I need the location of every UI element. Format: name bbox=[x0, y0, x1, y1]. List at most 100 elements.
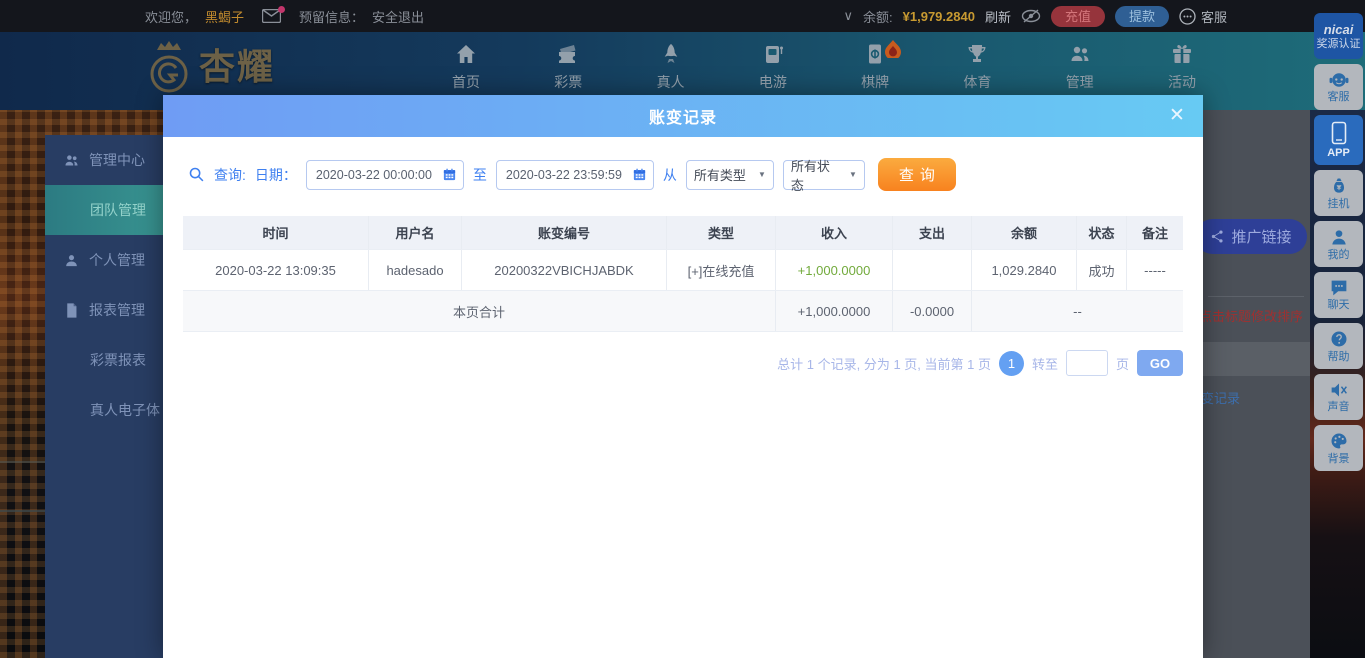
page-number-current[interactable]: 1 bbox=[998, 350, 1024, 376]
table-row: 2020-03-22 13:09:35 hadesado 20200322VBI… bbox=[183, 250, 1183, 291]
welcome-text: 欢迎您， bbox=[145, 9, 198, 25]
sidebar-item-report-manage[interactable]: 报表管理 bbox=[45, 285, 163, 335]
user-icon bbox=[63, 252, 80, 269]
balance-amount: ¥1,979.2840 bbox=[902, 8, 975, 24]
calendar-icon[interactable] bbox=[632, 167, 647, 182]
money-bag-icon bbox=[1329, 176, 1349, 196]
float-item-certification[interactable]: nicai 奖源认证 bbox=[1314, 13, 1363, 59]
float-item-help[interactable]: 帮助 bbox=[1314, 323, 1363, 369]
table-header-row: 时间 用户名 账变编号 类型 收入 支出 余额 状态 备注 bbox=[183, 216, 1183, 250]
float-item-background[interactable]: 背景 bbox=[1314, 425, 1363, 471]
from-label: 从 bbox=[662, 166, 677, 183]
sidebar-item-live-egame-report[interactable]: 真人电子体 bbox=[45, 385, 163, 435]
robot-headset-icon bbox=[1328, 71, 1350, 89]
logo-emblem-icon bbox=[147, 38, 191, 96]
type-select[interactable]: 所有类型 ▼ bbox=[685, 159, 774, 190]
nav-item-activity[interactable]: 活动 bbox=[1146, 42, 1218, 92]
footer-income: +1,000.0000 bbox=[776, 291, 893, 331]
deposit-button[interactable]: 充值 bbox=[1050, 5, 1105, 27]
nav-item-egames[interactable]: 电游 bbox=[737, 42, 809, 92]
pagination: 总计 1 个记录, 分为 1 页, 当前第 1 页 1 转至 页 GO bbox=[777, 350, 1183, 376]
close-icon[interactable]: ✕ bbox=[1165, 104, 1189, 128]
site-logo[interactable]: 杏耀 bbox=[147, 38, 275, 96]
top-bar: 欢迎您， 黑蝎子 预留信息： 安全退出 ∨ 余额: ¥1,979.2840 刷新… bbox=[0, 0, 1365, 32]
customer-service-label: 客服 bbox=[1200, 9, 1227, 25]
date-to-input[interactable] bbox=[505, 167, 628, 182]
nav-item-home[interactable]: 首页 bbox=[430, 42, 502, 92]
nav-item-lottery[interactable]: 彩票 bbox=[532, 42, 604, 92]
float-item-app[interactable]: APP bbox=[1314, 115, 1363, 165]
user-icon bbox=[1329, 227, 1349, 247]
sidebar-item-admin-center[interactable]: 管理中心 bbox=[45, 135, 163, 185]
to-label: 至 bbox=[472, 166, 487, 183]
trophy-icon bbox=[965, 42, 989, 66]
share-icon bbox=[1212, 230, 1224, 243]
sidebar-item-lottery-report[interactable]: 彩票报表 bbox=[45, 335, 163, 385]
float-item-hangup[interactable]: 挂机 bbox=[1314, 170, 1363, 216]
logout-link[interactable]: 安全退出 bbox=[372, 7, 424, 26]
nav-item-boardgames[interactable]: 棋牌 bbox=[839, 40, 911, 92]
palette-icon bbox=[1329, 431, 1349, 451]
users-icon bbox=[1068, 42, 1092, 66]
records-table: 时间 用户名 账变编号 类型 收入 支出 余额 状态 备注 2020-03-22… bbox=[183, 216, 1183, 332]
date-from-input[interactable] bbox=[315, 167, 438, 182]
balance-label: 余额: bbox=[863, 9, 893, 25]
go-button[interactable]: GO bbox=[1137, 350, 1183, 376]
date-from-field bbox=[305, 159, 464, 190]
cell-username: hadesado bbox=[369, 250, 462, 290]
calendar-icon[interactable] bbox=[442, 167, 457, 182]
divider bbox=[1208, 296, 1304, 297]
table-footer-row: 本页合计 +1,000.0000 -0.0000 -- bbox=[183, 291, 1183, 332]
nav-item-live[interactable]: 真人 bbox=[635, 42, 707, 92]
withdraw-button[interactable]: 提款 bbox=[1114, 5, 1169, 27]
mail-icon[interactable] bbox=[262, 6, 286, 23]
float-item-sound[interactable]: 声音 bbox=[1314, 374, 1363, 420]
query-label: 查询: bbox=[214, 166, 246, 183]
chevron-down-icon[interactable]: ∨ bbox=[844, 8, 854, 24]
logo-text: 杏耀 bbox=[199, 46, 276, 87]
float-item-service[interactable]: 客服 bbox=[1314, 64, 1363, 110]
home-icon bbox=[454, 42, 478, 66]
cell-balance: 1,029.2840 bbox=[972, 250, 1077, 290]
cell-income: +1,000.0000 bbox=[776, 250, 893, 290]
goto-page-input[interactable] bbox=[1065, 350, 1108, 376]
float-item-mine[interactable]: 我的 bbox=[1314, 221, 1363, 267]
page-unit-label: 页 bbox=[1115, 356, 1129, 372]
nav-item-manage[interactable]: 管理 bbox=[1044, 42, 1116, 92]
hot-flame-badge bbox=[885, 40, 902, 58]
nicai-brand-logo: nicai bbox=[1323, 21, 1354, 37]
lottery-ticket-icon bbox=[556, 42, 580, 66]
gift-icon bbox=[1170, 42, 1194, 66]
status-select[interactable]: 所有状态 ▼ bbox=[782, 159, 865, 193]
promo-link-button[interactable]: 推广链接 bbox=[1195, 219, 1307, 254]
footer-label: 本页合计 bbox=[183, 291, 776, 331]
slot-machine-icon bbox=[761, 42, 785, 66]
query-submit-button[interactable]: 查询 bbox=[877, 158, 956, 191]
footer-balance: -- bbox=[1073, 303, 1082, 319]
cell-remark: ----- bbox=[1144, 262, 1166, 278]
nav-menu: 首页 彩票 真人 电游 棋牌 体育 管理 活动 bbox=[430, 40, 1218, 92]
sort-hint-text: 点击标题修改排序 bbox=[1199, 309, 1304, 324]
mahjong-tile-icon bbox=[863, 40, 902, 66]
cell-type: [+]在线充值 bbox=[667, 250, 776, 290]
search-icon bbox=[188, 166, 205, 183]
pagination-summary: 总计 1 个记录, 分为 1 页, 当前第 1 页 bbox=[777, 356, 991, 372]
eye-slash-icon[interactable] bbox=[1021, 9, 1041, 23]
float-item-chat[interactable]: 聊天 bbox=[1314, 272, 1363, 318]
sidebar-item-team-manage[interactable]: 团队管理 bbox=[45, 185, 163, 235]
reserved-info-label: 预留信息： bbox=[299, 9, 365, 25]
account-change-modal: 账变记录 ✕ 查询: 日期： 至 从 所有类型 ▼ 所有状态 ▼ 查询 时间 用… bbox=[163, 95, 1203, 658]
table-header-partial bbox=[1200, 342, 1310, 376]
goto-label: 转至 bbox=[1031, 356, 1058, 372]
dropdown-arrow-icon: ▼ bbox=[757, 170, 766, 179]
search-toolbar: 查询: 日期： 至 从 所有类型 ▼ 所有状态 ▼ 查询 bbox=[188, 158, 956, 193]
footer-expense: -0.0000 bbox=[893, 291, 972, 331]
cell-expense bbox=[893, 250, 972, 290]
mail-badge-dot bbox=[278, 6, 286, 13]
refresh-button[interactable]: 刷新 bbox=[985, 7, 1011, 26]
sidebar-item-personal-manage[interactable]: 个人管理 bbox=[45, 235, 163, 285]
customer-service-link[interactable]: 客服 bbox=[1179, 7, 1227, 26]
cell-status: 成功 bbox=[1077, 250, 1127, 290]
username: 黑蝎子 bbox=[205, 9, 245, 25]
nav-item-sports[interactable]: 体育 bbox=[941, 42, 1013, 92]
